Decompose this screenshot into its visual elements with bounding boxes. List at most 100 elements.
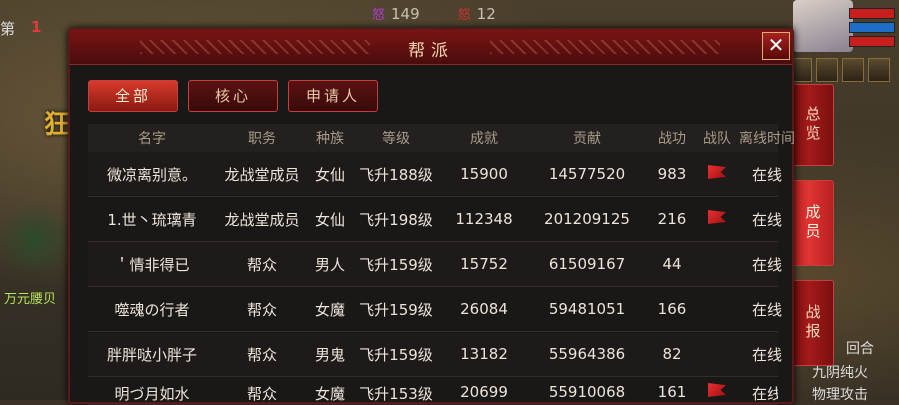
side-tab-overview[interactable]: 总览 (792, 84, 834, 166)
member-contribution: 55910068 (548, 383, 626, 401)
member-merit: 44 (662, 255, 682, 273)
table-header: 名字 职务 种族 等级 成就 贡献 战功 战队 离线时间 (88, 124, 795, 152)
member-race: 女仙 (314, 165, 345, 184)
rage-bar (849, 36, 895, 47)
member-name: 胖胖哒小胖子 (106, 345, 197, 364)
top-left-number: 1 (31, 18, 42, 36)
rage-icon: 怒 (457, 8, 471, 23)
member-achievement: 20699 (460, 383, 508, 401)
buff-icon[interactable] (868, 58, 890, 82)
team-flag-icon (708, 210, 726, 224)
member-level: 飞升159级 (359, 300, 433, 319)
side-tab-members[interactable]: 成员 (792, 180, 834, 266)
member-contribution: 55964386 (548, 345, 626, 363)
member-contribution: 201209125 (544, 210, 630, 228)
top-stats: 怒 149 怒 12 (372, 4, 496, 24)
buff-icons (790, 58, 890, 82)
col-contribution[interactable]: 贡献 (528, 128, 646, 148)
stat-value: 149 (391, 4, 420, 23)
table-body: 微凉离别意。 龙战堂成员 女仙 飞升188级 15900 14577520 98… (88, 152, 782, 405)
table-row[interactable]: ＇情非得已 帮众 男人 飞升159级 15752 61509167 44 在线 (88, 242, 782, 287)
member-offline: 在线 (751, 300, 782, 319)
table-row[interactable]: 1.世丶琉璃青 龙战堂成员 女仙 飞升198级 112348 201209125… (88, 197, 782, 242)
col-race[interactable]: 种族 (308, 128, 352, 148)
top-left-label: 第 (0, 20, 16, 38)
member-name: 明づ月如水 (114, 385, 190, 403)
member-table: 名字 职务 种族 等级 成就 贡献 战功 战队 离线时间 微凉离别意。 龙战堂成… (88, 124, 795, 405)
member-merit: 82 (662, 345, 682, 363)
member-level: 飞升159级 (359, 255, 433, 274)
member-achievement: 15900 (460, 165, 508, 183)
member-achievement: 112348 (455, 210, 513, 228)
table-row[interactable]: 胖胖哒小胖子 帮众 男鬼 飞升159级 13182 55964386 82 在线 (88, 332, 782, 377)
member-name: ＇情非得已 (114, 255, 190, 274)
col-team[interactable]: 战队 (698, 128, 736, 148)
close-button[interactable]: ✕ (762, 32, 790, 60)
member-race: 女魔 (314, 385, 345, 403)
mp-bar (849, 22, 895, 33)
background-tree (0, 200, 70, 280)
col-achievement[interactable]: 成就 (440, 128, 528, 148)
tab-all[interactable]: 全部 (88, 80, 178, 112)
table-row[interactable]: 明づ月如水 帮众 女魔 飞升153级 20699 55910068 161 在线 (88, 377, 778, 405)
member-offline: 在线 (751, 165, 782, 184)
tab-core[interactable]: 核心 (188, 80, 278, 112)
member-achievement: 26084 (460, 300, 508, 318)
buff-icon[interactable] (816, 58, 838, 82)
member-achievement: 15752 (460, 255, 508, 273)
table-row[interactable]: 噬魂の行者 帮众 女魔 飞升159级 26084 59481051 166 在线 (88, 287, 782, 332)
col-level[interactable]: 等级 (352, 128, 440, 148)
side-tab-battle-report[interactable]: 战报 (792, 280, 834, 366)
member-level: 飞升188级 (359, 165, 433, 184)
member-role: 帮众 (246, 385, 277, 403)
member-merit: 161 (657, 383, 687, 401)
member-race: 女魔 (314, 300, 345, 319)
team-flag-icon (708, 383, 726, 397)
col-offline-time[interactable]: 离线时间 (736, 128, 798, 148)
member-contribution: 59481051 (548, 300, 626, 318)
member-achievement: 13182 (460, 345, 508, 363)
stat-rage-1: 怒 149 (372, 4, 420, 24)
member-merit: 216 (657, 210, 687, 228)
left-player-name: 万元腰贝 (4, 292, 57, 307)
team-flag-cell (698, 383, 736, 401)
member-level: 飞升153级 (359, 385, 433, 403)
panel-header: 帮派 (70, 30, 792, 65)
right-log-text: 物理攻击 (812, 387, 868, 403)
col-role[interactable]: 职务 (216, 128, 308, 148)
member-merit: 983 (657, 165, 687, 183)
filter-tabs: 全部 核心 申请人 (88, 80, 378, 112)
rage-icon: 怒 (372, 8, 386, 23)
member-contribution: 14577520 (548, 165, 626, 183)
team-flag-icon (708, 165, 726, 179)
member-offline: 在线 (751, 345, 782, 364)
member-name: 1.世丶琉璃青 (107, 210, 197, 229)
stat-rage-2: 怒 12 (457, 4, 496, 24)
left-character-glyph: 狂 (44, 110, 71, 140)
member-level: 飞升198级 (359, 210, 433, 229)
member-race: 男鬼 (314, 345, 345, 364)
member-role: 帮众 (246, 300, 277, 319)
member-race: 女仙 (314, 210, 345, 229)
member-contribution: 61509167 (548, 255, 626, 273)
hp-bar (849, 8, 895, 19)
member-role: 帮众 (246, 345, 277, 364)
member-name: 噬魂の行者 (114, 300, 190, 319)
member-race: 男人 (314, 255, 345, 274)
tab-applicants[interactable]: 申请人 (288, 80, 378, 112)
team-flag-cell (698, 210, 736, 228)
member-role: 龙战堂成员 (224, 165, 300, 184)
member-role: 龙战堂成员 (224, 210, 300, 229)
right-log-text: 回合 (846, 341, 874, 357)
member-role: 帮众 (246, 255, 277, 274)
table-row[interactable]: 微凉离别意。 龙战堂成员 女仙 飞升188级 15900 14577520 98… (88, 152, 782, 197)
player-portrait[interactable] (793, 0, 853, 52)
member-level: 飞升159级 (359, 345, 433, 364)
guild-panel: 帮派 ✕ 全部 核心 申请人 名字 职务 种族 等级 成就 贡献 战功 战队 离… (68, 28, 795, 405)
col-name[interactable]: 名字 (88, 128, 216, 148)
buff-icon[interactable] (842, 58, 864, 82)
member-offline: 在线 (751, 385, 778, 403)
member-merit: 166 (657, 300, 687, 318)
member-offline: 在线 (751, 210, 782, 229)
col-merit[interactable]: 战功 (646, 128, 698, 148)
